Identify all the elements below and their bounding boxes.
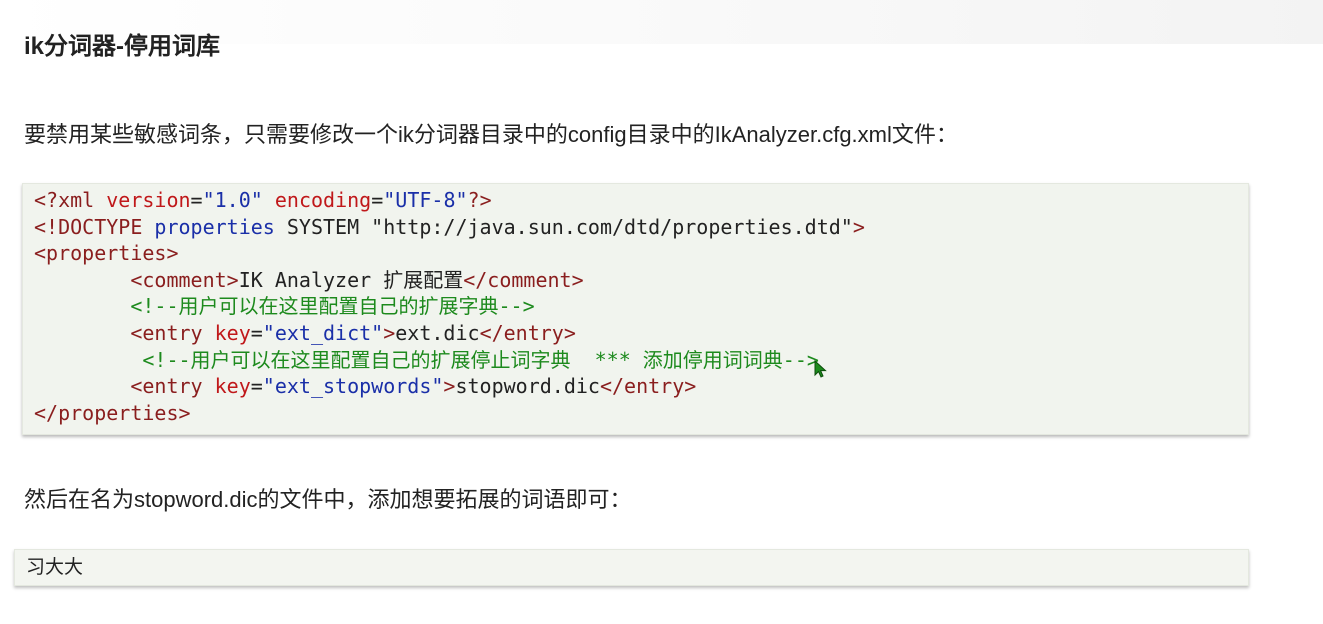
followup-paragraph: 然后在名为stopword.dic的文件中，添加想要拓展的词语即可：: [24, 487, 632, 512]
stopword-example-text: 习大大: [26, 556, 84, 578]
xml-decl-encoding-attr: encoding: [274, 188, 372, 212]
doctype-close: >: [852, 214, 865, 239]
xml-decl-open: <?xml: [34, 188, 107, 212]
code-line-ext-dict-entry: <entry key="ext_dict">ext.dic</entry>: [34, 320, 1248, 347]
entry-key-attr: key: [214, 320, 251, 345]
intro-paragraph: 要禁用某些敏感词条，只需要修改一个ik分词器目录中的config目录中的IkAn…: [24, 122, 958, 147]
properties-close-tag: </properties>: [34, 400, 191, 425]
document-page: ik分词器-停用词库 要禁用某些敏感词条，只需要修改一个ik分词器目录中的con…: [0, 0, 1323, 624]
doctype-rest: SYSTEM "http://java.sun.com/dtd/properti…: [274, 214, 853, 239]
xml-decl-version-value: "1.0": [202, 188, 263, 212]
stopwords-entry-gt: >: [443, 374, 456, 399]
mouse-pointer-icon: [814, 360, 827, 378]
ext-dict-xml-comment: <!--用户可以在这里配置自己的扩展字典-->: [130, 294, 535, 319]
xml-code-block[interactable]: <?xml version="1.0" encoding="UTF-8"?> <…: [22, 183, 1249, 435]
stopwords-entry-close-tag: </entry>: [599, 374, 697, 399]
stopwords-entry-open-tag: <entry: [130, 374, 215, 399]
xml-decl-space: [263, 188, 275, 212]
code-line-comment-element: <comment>IK Analyzer 扩展配置</comment>: [34, 267, 1248, 294]
doctype-open: <!DOCTYPE: [34, 214, 155, 239]
code-line-stopwords-entry: <entry key="ext_stopwords">stopword.dic<…: [34, 373, 1248, 400]
stopwords-entry-eq: =: [250, 374, 263, 399]
code-line-doctype: <!DOCTYPE properties SYSTEM "http://java…: [34, 214, 1248, 241]
code-line-properties-open: <properties>: [34, 240, 1248, 267]
code-line-stopwords-comment: <!--用户可以在这里配置自己的扩展停止词字典 *** 添加停用词词典-->: [34, 347, 1248, 374]
xml-decl-eq2: =: [371, 188, 384, 212]
xml-decl-eq1: =: [190, 188, 203, 212]
code-line-xml-declaration: <?xml version="1.0" encoding="UTF-8"?>: [34, 187, 1248, 214]
entry-gt: >: [383, 320, 396, 345]
xml-decl-encoding-value: "UTF-8": [383, 188, 468, 212]
stopwords-entry-text: stopword.dic: [455, 374, 600, 399]
entry-open-tag: <entry: [130, 320, 215, 345]
entry-close-tag: </entry>: [479, 320, 576, 345]
stopwords-entry-key-value: "ext_stopwords": [262, 374, 444, 399]
entry-key-value: "ext_dict": [262, 320, 384, 345]
entry-text: ext.dic: [395, 320, 480, 345]
xml-decl-version-attr: version: [106, 188, 191, 212]
stopwords-xml-comment: <!--用户可以在这里配置自己的扩展停止词字典 *** 添加停用词词典-->: [142, 347, 819, 372]
section-heading: ik分词器-停用词库: [24, 33, 221, 60]
code-line-ext-dict-comment: <!--用户可以在这里配置自己的扩展字典-->: [34, 293, 1248, 320]
comment-close-tag: </comment>: [463, 267, 584, 292]
properties-open-tag: <properties>: [34, 241, 179, 266]
comment-element-text: IK Analyzer 扩展配置: [238, 267, 464, 292]
entry-eq: =: [250, 320, 263, 345]
xml-decl-close: ?>: [467, 188, 492, 212]
code-line-properties-close: </properties>: [34, 400, 1248, 427]
stopwords-entry-key-attr: key: [214, 374, 251, 399]
comment-open-tag: <comment>: [130, 267, 239, 292]
doctype-keyword: properties: [154, 214, 275, 239]
stopword-example-block[interactable]: 习大大: [14, 549, 1249, 586]
